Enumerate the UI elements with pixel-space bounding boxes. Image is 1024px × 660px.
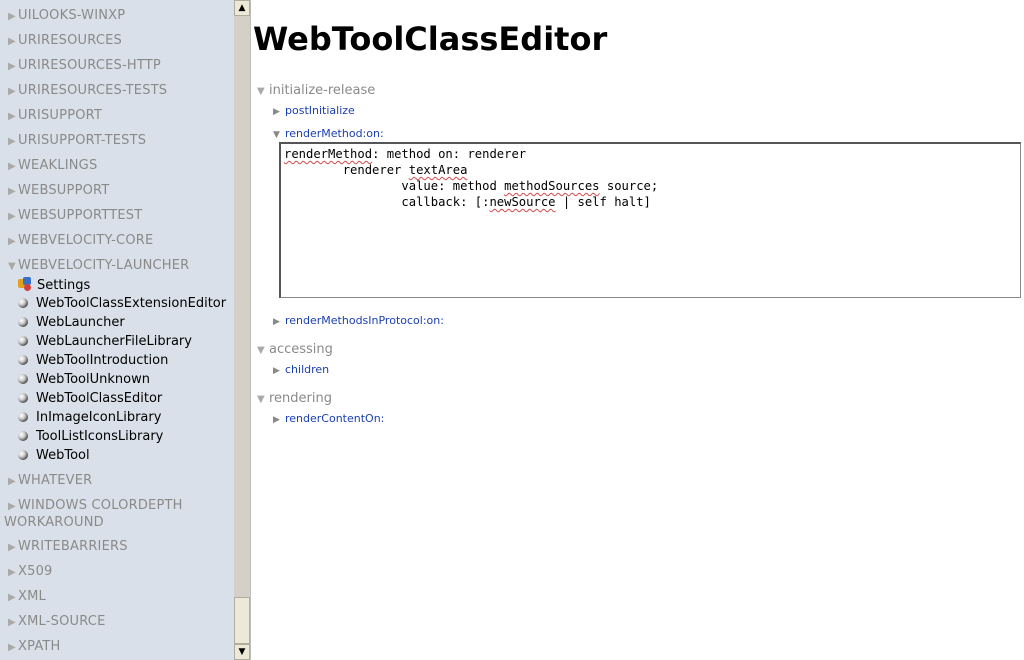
protocol-initialize-release[interactable]: ▼ initialize-release	[257, 83, 375, 98]
chevron-right-icon: ▶	[273, 366, 280, 376]
class-editor-pane: WebToolClassEditor ▼ initialize-release ▶…	[250, 0, 1024, 660]
chevron-right-icon: ▶	[8, 36, 16, 47]
package-item[interactable]: ▶ WEBVELOCITY-CORE	[8, 233, 153, 248]
class-item[interactable]: WebToolUnknown	[18, 372, 150, 387]
method-postinitialize[interactable]: ▶ postInitialize	[273, 104, 355, 117]
chevron-right-icon: ▶	[8, 111, 16, 122]
package-item[interactable]: ▶ URIRESOURCES-TESTS	[8, 83, 167, 98]
class-item[interactable]: WebToolIntroduction	[18, 353, 168, 368]
code-text: renderer	[284, 163, 409, 177]
chevron-right-icon: ▶	[8, 501, 16, 512]
scroll-thumb[interactable]	[234, 597, 250, 644]
code-text: value: method	[284, 179, 505, 193]
class-item[interactable]: WebTool	[18, 448, 90, 463]
chevron-right-icon: ▶	[8, 567, 16, 578]
class-bullet-icon	[18, 431, 28, 441]
package-item[interactable]: ▶ UILOOKS-WINXP	[8, 8, 125, 23]
package-item[interactable]: ▶ URISUPPORT	[8, 108, 102, 123]
code-token: newSource	[489, 195, 556, 209]
chevron-down-icon: ▼	[257, 394, 265, 405]
package-item[interactable]: ▶ XML-SOURCE	[8, 614, 106, 629]
chevron-right-icon: ▶	[8, 542, 16, 553]
scroll-up-arrow-icon[interactable]: ▲	[234, 0, 250, 16]
method-rendermethod-on[interactable]: ▼ renderMethod:on:	[273, 127, 384, 140]
chevron-right-icon: ▶	[8, 592, 16, 603]
method-source-editor[interactable]: renderMethod: method on: renderer render…	[279, 142, 1021, 298]
class-bullet-icon	[18, 374, 28, 384]
class-item[interactable]: WebLauncherFileLibrary	[18, 334, 192, 349]
package-item[interactable]: ▶ XPATH	[8, 639, 61, 654]
class-bullet-icon	[18, 412, 28, 422]
code-text: | self halt]	[555, 195, 651, 209]
class-item[interactable]: ToolListIconsLibrary	[18, 429, 163, 444]
class-bullet-icon	[18, 317, 28, 327]
settings-icon	[18, 277, 32, 291]
class-item-settings[interactable]: Settings	[18, 277, 90, 293]
chevron-down-icon: ▼	[8, 261, 16, 272]
sidebar-scrollbar[interactable]: ▲ ▼	[234, 0, 250, 660]
class-bullet-icon	[18, 355, 28, 365]
package-item[interactable]: ▶ XML	[8, 589, 46, 604]
chevron-right-icon: ▶	[8, 11, 16, 22]
package-item[interactable]: ▶ WHATEVER	[8, 473, 92, 488]
chevron-right-icon: ▶	[273, 415, 280, 425]
chevron-right-icon: ▶	[273, 107, 280, 117]
package-item[interactable]: ▶ URIRESOURCES-HTTP	[8, 58, 161, 73]
code-token: textArea	[408, 163, 468, 177]
class-bullet-icon	[18, 450, 28, 460]
chevron-right-icon: ▶	[8, 236, 16, 247]
chevron-right-icon: ▶	[8, 476, 16, 487]
package-item[interactable]: ▶ URISUPPORT-TESTS	[8, 133, 146, 148]
chevron-right-icon: ▶	[8, 211, 16, 222]
code-text: source;	[599, 179, 659, 193]
package-item[interactable]: ▶ X509	[8, 564, 53, 579]
class-item-selected[interactable]: WebToolClassEditor	[18, 391, 162, 406]
scroll-down-arrow-icon[interactable]: ▼	[234, 644, 250, 660]
package-item[interactable]: ▶ WEAKLINGS	[8, 158, 97, 173]
code-token: renderMethod	[284, 147, 373, 161]
package-item[interactable]: ▶ WINDOWS COLORDEPTH WORKAROUND	[4, 498, 224, 531]
code-token: methodSources	[504, 179, 600, 193]
chevron-right-icon: ▶	[8, 61, 16, 72]
protocol-rendering[interactable]: ▼ rendering	[257, 391, 332, 406]
class-item[interactable]: InImageIconLibrary	[18, 410, 161, 425]
package-sidebar: ▶ UILOOKS-WINXP ▶ URIRESOURCES ▶ URIRESOURC…	[0, 0, 234, 660]
package-item[interactable]: ▶ URIRESOURCES	[8, 33, 122, 48]
method-rendercontenton[interactable]: ▶ renderContentOn:	[273, 412, 384, 425]
method-children[interactable]: ▶ children	[273, 363, 329, 376]
chevron-right-icon: ▶	[8, 642, 16, 653]
chevron-right-icon: ▶	[8, 136, 16, 147]
chevron-right-icon: ▶	[8, 617, 16, 628]
class-item[interactable]: WebLauncher	[18, 315, 125, 330]
package-item[interactable]: ▶ WEBSUPPORTTEST	[8, 208, 142, 223]
page-title: WebToolClassEditor	[253, 20, 608, 58]
chevron-right-icon: ▶	[8, 161, 16, 172]
code-text: : method on: renderer	[372, 147, 527, 161]
chevron-right-icon: ▶	[273, 317, 280, 327]
protocol-accessing[interactable]: ▼ accessing	[257, 342, 333, 357]
code-text: callback: [:	[284, 195, 490, 209]
package-item-open[interactable]: ▼ WEBVELOCITY-LAUNCHER	[8, 258, 189, 273]
class-bullet-icon	[18, 298, 28, 308]
class-item[interactable]: WebToolClassExtensionEditor	[18, 296, 226, 311]
method-rendermethodsinprotocol-on[interactable]: ▶ renderMethodsInProtocol:on:	[273, 314, 444, 327]
chevron-down-icon: ▼	[257, 86, 265, 97]
class-bullet-icon	[18, 393, 28, 403]
package-item[interactable]: ▶ WRITEBARRIERS	[8, 539, 128, 554]
chevron-down-icon: ▼	[257, 345, 265, 356]
chevron-right-icon: ▶	[8, 186, 16, 197]
chevron-right-icon: ▶	[8, 86, 16, 97]
package-item[interactable]: ▶ WEBSUPPORT	[8, 183, 109, 198]
class-bullet-icon	[18, 336, 28, 346]
chevron-down-icon: ▼	[273, 130, 280, 140]
